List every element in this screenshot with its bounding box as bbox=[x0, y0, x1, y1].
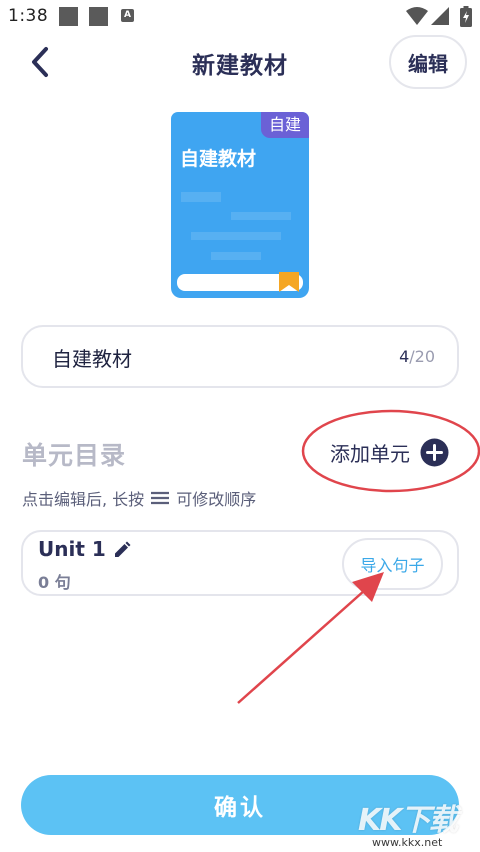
watermark-url: www.kkx.net bbox=[372, 836, 443, 849]
chevron-left-icon bbox=[32, 47, 48, 77]
notification-square-icon bbox=[89, 7, 108, 26]
textbook-name-field[interactable]: 4/20 bbox=[21, 325, 459, 388]
annotation-arrow bbox=[237, 572, 384, 704]
book-cover-body: 自建 自建教材 bbox=[171, 112, 309, 280]
status-icons bbox=[406, 6, 472, 28]
unit-sentence-count: 0 句 bbox=[38, 573, 71, 592]
book-title: 自建教材 bbox=[180, 148, 257, 170]
char-count-max: /20 bbox=[409, 347, 435, 366]
signal-icon bbox=[431, 7, 449, 25]
bookmark-icon bbox=[279, 272, 299, 292]
unit-name: Unit 1 bbox=[38, 537, 106, 561]
pencil-icon[interactable] bbox=[113, 541, 131, 559]
char-count: 4/20 bbox=[399, 347, 435, 366]
hint-text-before: 点击编辑后, 长按 bbox=[22, 490, 145, 509]
status-bar: 1:38 A bbox=[0, 0, 480, 34]
page-title: 新建教材 bbox=[192, 53, 288, 79]
app-a-icon: A bbox=[121, 9, 134, 22]
status-time: 1:38 bbox=[8, 6, 49, 26]
back-button[interactable] bbox=[22, 42, 58, 82]
battery-charging-icon bbox=[460, 6, 472, 27]
section-title: 单元目录 bbox=[22, 441, 127, 470]
watermark-logo: KK下载 bbox=[358, 803, 458, 838]
textbook-name-input[interactable] bbox=[52, 341, 372, 373]
char-count-current: 4 bbox=[399, 347, 410, 366]
wifi-icon bbox=[406, 7, 428, 25]
hint-text-after: 可修改顺序 bbox=[176, 490, 257, 509]
drag-handle-icon bbox=[151, 491, 170, 505]
book-cover[interactable]: 自建 自建教材 bbox=[171, 112, 309, 298]
notification-square-icon bbox=[59, 7, 78, 26]
highlight-ellipse bbox=[301, 409, 480, 493]
book-badge: 自建 bbox=[260, 112, 309, 138]
edit-button[interactable]: 编辑 bbox=[389, 35, 467, 89]
reorder-hint: 点击编辑后, 长按 可修改顺序 bbox=[22, 486, 256, 510]
cover-pattern bbox=[181, 192, 291, 260]
